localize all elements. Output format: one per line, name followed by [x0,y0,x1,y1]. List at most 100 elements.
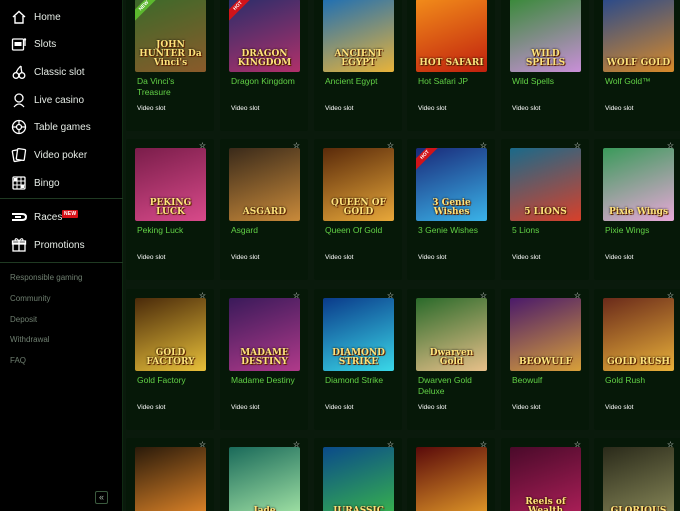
favorite-star-icon[interactable]: ☆ [386,440,395,449]
game-thumbnail[interactable]: PEKING LUCK [135,148,206,221]
favorite-star-icon[interactable]: ☆ [573,0,582,1]
game-logo-text: ASGARD [242,207,287,217]
game-thumbnail[interactable]: GOLD RUSH [603,298,674,371]
favorite-star-icon[interactable]: ☆ [198,440,207,449]
game-tile[interactable]: DIAMOND STRIKE ☆ Diamond Strike Video slot [314,289,402,430]
favorite-star-icon[interactable]: ☆ [573,440,582,449]
game-tile[interactable]: Jade ☆ [220,438,308,511]
game-thumbnail[interactable]: Reels of Wealth [510,447,581,511]
sidebar-item-home[interactable]: Home [0,4,123,30]
footer-link-withdrawal[interactable]: Withdrawal [10,335,50,344]
game-tile[interactable]: ☆ [126,438,214,511]
game-logo-text: Jade [253,506,276,511]
game-tile[interactable]: 5 LIONS ☆ 5 Lions Video slot [501,139,589,280]
new-badge: NEW [62,210,79,218]
game-thumbnail[interactable] [135,447,206,511]
game-tile[interactable]: HOT SAFARI ☆ Hot Safari JP Video slot [407,0,495,131]
game-thumbnail[interactable]: Jade [229,447,300,511]
footer-link-deposit[interactable]: Deposit [10,315,37,324]
game-logo-text: PEKING LUCK [149,198,192,217]
game-thumbnail[interactable]: QUEEN OF GOLD [323,148,394,221]
game-thumbnail[interactable]: Pixie Wings [603,148,674,221]
game-tile[interactable]: Dwarven Gold ☆ Dwarven Gold Deluxe Video sl… [407,289,495,430]
favorite-star-icon[interactable]: ☆ [292,0,301,1]
game-tile[interactable]: JURASSIC ☆ [314,438,402,511]
favorite-star-icon[interactable]: ☆ [666,291,675,300]
game-thumbnail[interactable]: 3 Genie Wishes HOT [416,148,487,221]
game-thumbnail[interactable]: JURASSIC [323,447,394,511]
favorite-star-icon[interactable]: ☆ [386,141,395,150]
game-thumbnail[interactable]: DRAGON KINGDOM HOT [229,0,300,72]
game-tile[interactable]: ANCIENT EGYPT ☆ Ancient Egypt Video slot [314,0,402,131]
game-tile[interactable]: 3 Genie Wishes HOT ☆ 3 Genie Wishes Video sl… [407,139,495,280]
game-tile[interactable]: DRAGON KINGDOM HOT ☆ Dragon Kingdom Video sl… [220,0,308,131]
favorite-star-icon[interactable]: ☆ [198,291,207,300]
favorite-star-icon[interactable]: ☆ [666,440,675,449]
sidebar-item-races[interactable]: Races NEW [0,204,123,230]
game-thumbnail[interactable]: ANCIENT EGYPT [323,0,394,72]
sidebar-item-promotions[interactable]: Promotions [0,232,123,258]
game-tile[interactable]: PEKING LUCK ☆ Peking Luck Video slot [126,139,214,280]
game-tile[interactable]: GOLD FACTORY ☆ Gold Factory Video slot [126,289,214,430]
game-tile[interactable]: JOHN HUNTER Da Vinci's NEW ☆ Da Vinci's Tre… [126,0,214,131]
game-thumbnail[interactable]: ASGARD [229,148,300,221]
game-tile[interactable]: Reels of Wealth ☆ [501,438,589,511]
game-thumbnail[interactable]: GLORIOUS [603,447,674,511]
game-tile[interactable]: MADAME DESTINY ☆ Madame Destiny Video slot [220,289,308,430]
game-thumbnail[interactable] [416,447,487,511]
game-thumbnail[interactable]: GOLD FACTORY [135,298,206,371]
game-thumbnail[interactable]: 5 LIONS [510,148,581,221]
game-thumbnail[interactable]: HOT SAFARI [416,0,487,72]
game-tile[interactable]: ASGARD ☆ Asgard Video slot [220,139,308,280]
favorite-star-icon[interactable]: ☆ [666,0,675,1]
sidebar-item-label: Bingo [34,177,60,189]
sidebar-item-label: Live casino [34,94,85,106]
favorite-star-icon[interactable]: ☆ [198,0,207,1]
game-tile[interactable]: WILD SPELLS ☆ Wild Spells Video slot [501,0,589,131]
favorite-star-icon[interactable]: ☆ [479,440,488,449]
game-thumbnail[interactable]: BEOWULF [510,298,581,371]
sidebar-item-table-games[interactable]: Table games [0,114,123,140]
favorite-star-icon[interactable]: ☆ [386,291,395,300]
footer-link-community[interactable]: Community [10,294,50,303]
game-thumbnail[interactable]: Dwarven Gold [416,298,487,371]
game-thumbnail[interactable]: DIAMOND STRIKE [323,298,394,371]
game-thumbnail[interactable]: WOLF GOLD [603,0,674,72]
sidebar-item-bingo[interactable]: Bingo [0,170,123,196]
game-tile[interactable]: Pixie Wings ☆ Pixie Wings Video slot [594,139,680,280]
game-type: Video slot [137,105,166,112]
favorite-star-icon[interactable]: ☆ [292,291,301,300]
game-tile[interactable]: QUEEN OF GOLD ☆ Queen Of Gold Video slot [314,139,402,280]
favorite-star-icon[interactable]: ☆ [573,291,582,300]
game-logo-text: GOLD RUSH [606,357,671,367]
cherries-icon [11,64,27,80]
footer-link-responsible-gaming[interactable]: Responsible gaming [10,273,83,282]
game-tile[interactable]: GOLD RUSH ☆ Gold Rush Video slot [594,289,680,430]
favorite-star-icon[interactable]: ☆ [573,141,582,150]
favorite-star-icon[interactable]: ☆ [292,141,301,150]
collapse-sidebar-button[interactable]: « [95,491,108,504]
sidebar-item-classic-slot[interactable]: Classic slot [0,59,123,85]
sidebar-item-video-poker[interactable]: Video poker [0,142,123,168]
game-thumbnail[interactable]: JOHN HUNTER Da Vinci's NEW [135,0,206,72]
game-name: Gold Factory [137,375,186,385]
game-thumbnail[interactable]: WILD SPELLS [510,0,581,72]
game-tile[interactable]: ☆ [407,438,495,511]
favorite-star-icon[interactable]: ☆ [198,141,207,150]
favorite-star-icon[interactable]: ☆ [292,440,301,449]
game-thumbnail[interactable]: MADAME DESTINY [229,298,300,371]
favorite-star-icon[interactable]: ☆ [479,0,488,1]
favorite-star-icon[interactable]: ☆ [479,141,488,150]
footer-link-faq[interactable]: FAQ [10,356,26,365]
game-tile[interactable]: WOLF GOLD ☆ Wolf Gold™ Video slot [594,0,680,131]
favorite-star-icon[interactable]: ☆ [666,141,675,150]
game-tile[interactable]: BEOWULF ☆ Beowulf Video slot [501,289,589,430]
sidebar-item-slots[interactable]: Slots [0,31,123,57]
favorite-star-icon[interactable]: ☆ [479,291,488,300]
sidebar-item-live-casino[interactable]: Live casino [0,87,123,113]
game-logo-text: QUEEN OF GOLD [331,198,386,217]
game-tile[interactable]: GLORIOUS ☆ [594,438,680,511]
game-name: Gold Rush [605,375,646,385]
game-name: Hot Safari JP [418,76,469,86]
favorite-star-icon[interactable]: ☆ [386,0,395,1]
